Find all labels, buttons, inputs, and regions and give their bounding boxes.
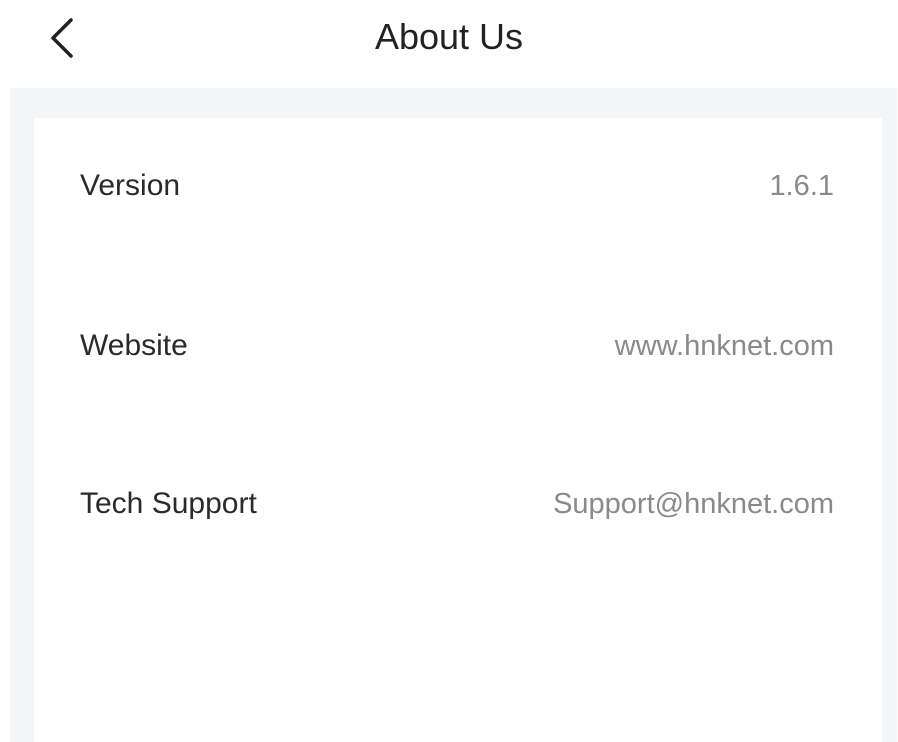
tech-support-row[interactable]: Tech Support Support@hnknet.com (34, 474, 882, 534)
about-info-card: Version 1.6.1 Website www.hnknet.com Tec… (34, 118, 882, 742)
website-label: Website (80, 329, 188, 362)
website-row[interactable]: Website www.hnknet.com (34, 316, 882, 376)
version-row: Version 1.6.1 (34, 156, 882, 216)
website-value[interactable]: www.hnknet.com (615, 330, 834, 363)
tech-support-label: Tech Support (80, 487, 257, 520)
header-bar: About Us (0, 0, 898, 88)
page-title: About Us (374, 16, 524, 57)
version-value: 1.6.1 (769, 169, 835, 202)
version-label: Version (80, 169, 181, 202)
about-us-screen: About Us Version 1.6.1 Website www.hnkne… (0, 0, 898, 742)
tech-support-value[interactable]: Support@hnknet.com (553, 488, 834, 521)
